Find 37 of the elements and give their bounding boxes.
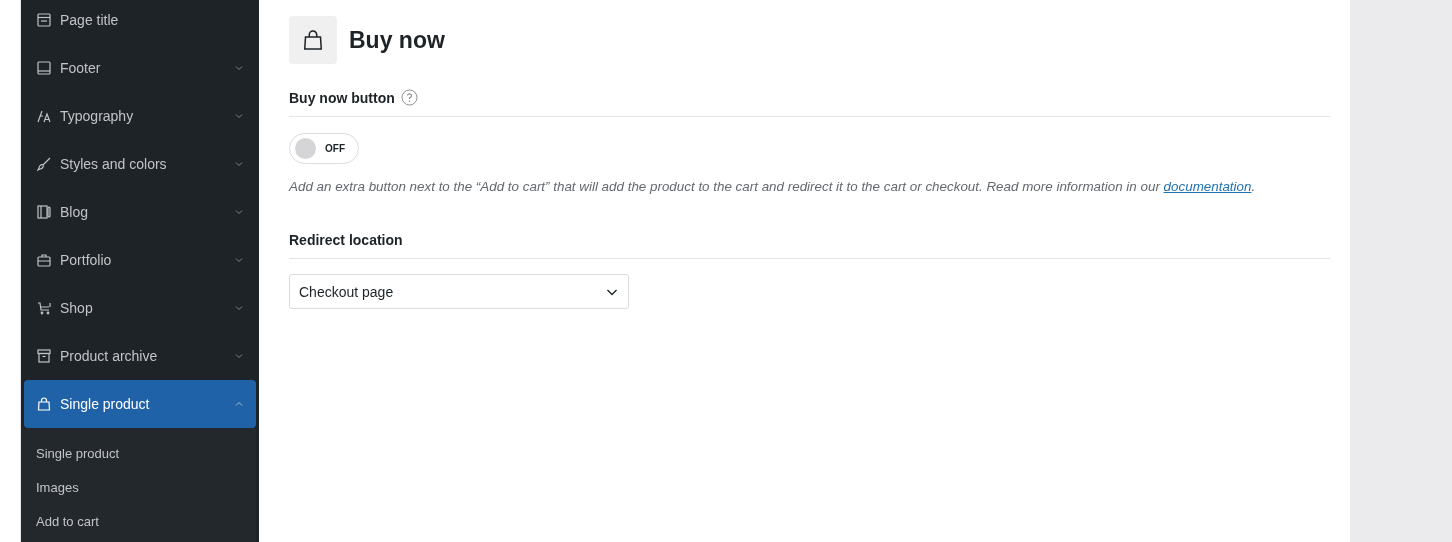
toggle-switch[interactable]: OFF <box>289 133 359 164</box>
chevron-icon <box>234 63 244 73</box>
archive-icon <box>36 348 52 364</box>
book-icon <box>36 204 52 220</box>
section-label: Buy now button <box>289 89 395 106</box>
sidebar-item[interactable]: Product archive <box>24 332 256 380</box>
sidebar-item[interactable]: Single product <box>24 380 256 428</box>
chevron-icon <box>234 111 244 121</box>
briefcase-icon <box>36 252 52 268</box>
submenu-item[interactable]: Single product <box>21 436 256 470</box>
footer-icon <box>36 60 52 76</box>
submenu-item[interactable]: Add to cart <box>21 504 256 538</box>
chevron-icon <box>234 207 244 217</box>
layout-icon <box>36 12 52 28</box>
submenu-item[interactable]: Images <box>21 470 256 504</box>
chevron-icon <box>234 303 244 313</box>
chevron-icon <box>234 351 244 361</box>
sidebar-item[interactable]: Shop <box>24 284 256 332</box>
chevron-icon <box>234 255 244 265</box>
sidebar-item[interactable]: Blog <box>24 188 256 236</box>
select-field[interactable]: Checkout page <box>289 274 629 309</box>
bag-icon <box>289 16 337 64</box>
sidebar-item[interactable]: Footer <box>24 44 256 92</box>
font-icon <box>36 108 52 124</box>
cart-icon <box>36 300 52 316</box>
sidebar-item[interactable]: Portfolio <box>24 236 256 284</box>
sidebar-item[interactable]: Page title <box>24 0 256 44</box>
panel-title: Buy now <box>349 26 445 54</box>
help-icon[interactable] <box>400 89 418 106</box>
sidebar-item[interactable]: Styles and colors <box>24 140 256 188</box>
sidebar-item[interactable]: Typography <box>24 92 256 140</box>
bag-icon <box>36 396 52 412</box>
chevron-icon <box>234 399 244 409</box>
brush-icon <box>36 156 52 172</box>
section-label: Redirect location <box>289 232 403 248</box>
chevron-icon <box>234 159 244 169</box>
description-text: Add an extra button next to the “Add to cart” that will add the product to the cart and redirect it to the cart or checkout. Read more information in our documentation. <box>289 179 1257 194</box>
